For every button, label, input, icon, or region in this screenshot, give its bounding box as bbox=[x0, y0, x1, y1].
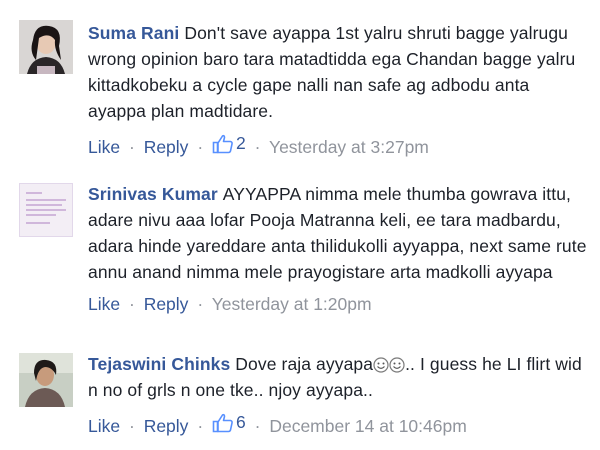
comment-body: Srinivas Kumar AYYAPPA nimma mele thumba … bbox=[88, 181, 592, 316]
reply-link[interactable]: Reply bbox=[144, 137, 189, 157]
thumbs-up-icon bbox=[212, 134, 233, 154]
avatar[interactable] bbox=[19, 20, 73, 74]
separator-dot: · bbox=[128, 294, 135, 314]
separator-dot: · bbox=[128, 416, 135, 436]
comment-body: Tejaswini Chinks Dove raja ayyapa.. I gue… bbox=[88, 351, 592, 438]
reply-link[interactable]: Reply bbox=[144, 416, 189, 436]
like-link[interactable]: Like bbox=[88, 416, 120, 436]
timestamp-link[interactable]: December 14 at 10:46pm bbox=[269, 416, 466, 436]
like-count-value: 6 bbox=[236, 412, 246, 432]
avatar[interactable] bbox=[19, 183, 73, 237]
separator-dot: · bbox=[197, 294, 204, 314]
comment-actions: Like · Reply · 2 · Yesterday at 3:27pm bbox=[88, 131, 592, 159]
separator-dot: · bbox=[197, 416, 204, 436]
comment-text-block: Tejaswini Chinks Dove raja ayyapa.. I gue… bbox=[88, 351, 592, 403]
timestamp-link[interactable]: Yesterday at 3:27pm bbox=[269, 137, 429, 157]
timestamp-link[interactable]: Yesterday at 1:20pm bbox=[212, 294, 372, 314]
separator-dot: · bbox=[197, 137, 204, 157]
avatar[interactable] bbox=[19, 353, 73, 407]
reply-link[interactable]: Reply bbox=[144, 294, 189, 314]
like-link[interactable]: Like bbox=[88, 294, 120, 314]
separator-dot: · bbox=[254, 416, 261, 436]
comment-author-link[interactable]: Tejaswini Chinks bbox=[88, 354, 230, 374]
separator-dot: · bbox=[254, 137, 261, 157]
smile-emoji-icon bbox=[389, 357, 405, 373]
like-count-value: 2 bbox=[236, 133, 246, 153]
profile-text-image-icon bbox=[20, 184, 72, 236]
comment-author-link[interactable]: Suma Rani bbox=[88, 23, 179, 43]
separator-dot: · bbox=[128, 137, 135, 157]
thumbs-up-icon bbox=[212, 413, 233, 433]
smile-emoji-icon bbox=[373, 357, 389, 373]
comment-body: Suma Rani Don't save ayappa 1st yalru shr… bbox=[88, 20, 592, 159]
comment-text-block: Suma Rani Don't save ayappa 1st yalru shr… bbox=[88, 20, 592, 124]
comment-text-start: Dove raja ayyapa bbox=[235, 354, 374, 374]
like-link[interactable]: Like bbox=[88, 137, 120, 157]
like-count[interactable]: 2 bbox=[212, 131, 246, 155]
profile-photo-icon bbox=[19, 20, 73, 74]
comment-author-link[interactable]: Srinivas Kumar bbox=[88, 184, 218, 204]
comment-actions: Like · Reply · 6 · December 14 at 10:46p… bbox=[88, 410, 592, 438]
like-count[interactable]: 6 bbox=[212, 410, 246, 434]
comment-text-block: Srinivas Kumar AYYAPPA nimma mele thumba … bbox=[88, 181, 592, 285]
comment-actions: Like · Reply · Yesterday at 1:20pm bbox=[88, 292, 592, 316]
profile-photo-icon bbox=[19, 353, 73, 407]
